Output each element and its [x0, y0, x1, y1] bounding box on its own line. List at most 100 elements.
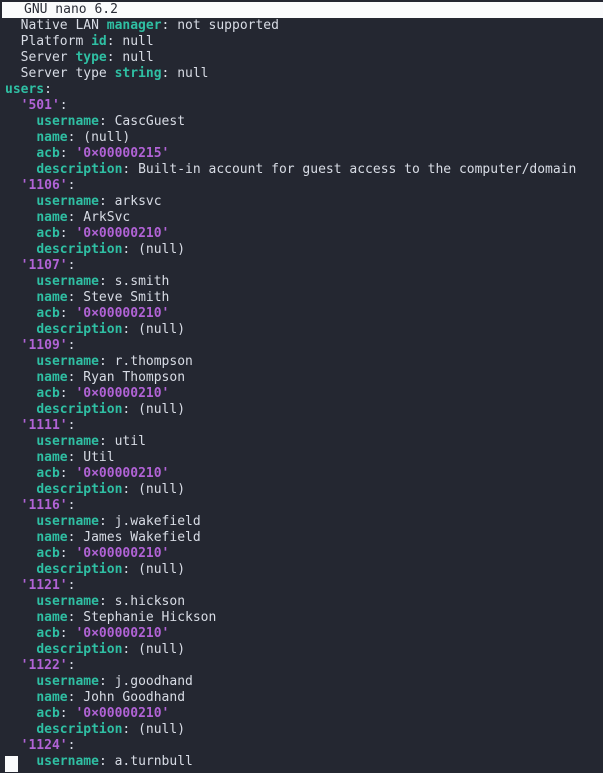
separator: :: [98, 274, 115, 289]
field-key-username: username: [36, 514, 99, 529]
separator: :: [122, 642, 139, 657]
field-value-username: a.turnbull: [114, 754, 193, 769]
user-field-line: username: r.thompson: [0, 354, 603, 370]
file-content-area[interactable]: Native LAN manager: not supported Platfo…: [0, 18, 603, 773]
field-key-acb: acb: [36, 146, 60, 161]
field-value-description: Built-in account for guest access to the…: [138, 162, 577, 177]
field-value-name: John Goodhand: [83, 690, 186, 705]
header-key-highlight: type: [75, 50, 107, 65]
field-value-description: (null): [138, 642, 186, 657]
field-value-description: (null): [138, 722, 186, 737]
field-value-username: r.thompson: [114, 354, 193, 369]
root-key-label: users: [5, 82, 45, 97]
user-field-line: description: (null): [0, 402, 603, 418]
separator: :: [59, 626, 76, 641]
user-rid-key: '1111': [20, 418, 68, 433]
field-value-name: (null): [83, 130, 131, 145]
user-rid-line: '1116':: [0, 498, 603, 514]
text-cursor: [5, 756, 18, 772]
header-line: Server type: null: [0, 50, 603, 66]
field-value-name: Steve Smith: [83, 290, 170, 305]
user-field-line: username: arksvc: [0, 194, 603, 210]
user-field-line: description: Built-in account for guest …: [0, 162, 603, 178]
separator: :: [59, 386, 76, 401]
user-field-line: username: s.smith: [0, 274, 603, 290]
field-key-description: description: [36, 402, 123, 417]
header-key-plain: Native LAN: [5, 18, 107, 33]
separator: :: [59, 226, 76, 241]
field-value-username: j.wakefield: [114, 514, 201, 529]
user-field-line: username: util: [0, 434, 603, 450]
field-key-username: username: [36, 354, 99, 369]
field-key-username: username: [36, 274, 99, 289]
user-field-line: description: (null): [0, 722, 603, 738]
field-key-acb: acb: [36, 706, 60, 721]
user-field-line: name: John Goodhand: [0, 690, 603, 706]
user-rid-key: '1116': [20, 498, 68, 513]
user-field-line: username: a.turnbull: [0, 754, 603, 770]
field-value-username: util: [114, 434, 146, 449]
separator: :: [122, 322, 139, 337]
separator: :: [67, 578, 76, 593]
field-value-name: ArkSvc: [83, 210, 131, 225]
separator: :: [122, 242, 139, 257]
separator: :: [161, 18, 178, 33]
separator: :: [67, 690, 84, 705]
user-rid-line: '501':: [0, 98, 603, 114]
field-value-acb: '0×00000210': [75, 466, 170, 481]
user-rid-key: '1122': [20, 658, 68, 673]
separator: :: [67, 130, 84, 145]
field-key-name: name: [36, 290, 68, 305]
separator: :: [59, 306, 76, 321]
header-line: Platform id: null: [0, 34, 603, 50]
field-key-description: description: [36, 482, 123, 497]
user-rid-key: '501': [20, 98, 60, 113]
field-value-acb: '0×00000215': [75, 146, 170, 161]
user-field-line: acb: '0×00000210': [0, 386, 603, 402]
user-field-line: name: Util: [0, 450, 603, 466]
header-value: null: [122, 34, 154, 49]
field-key-name: name: [36, 690, 68, 705]
field-value-username: CascGuest: [114, 114, 186, 129]
separator: :: [59, 146, 76, 161]
separator: :: [59, 98, 68, 113]
user-field-line: name: Stephanie Hickson: [0, 610, 603, 626]
separator: :: [122, 722, 139, 737]
separator: :: [106, 34, 123, 49]
user-rid-key: '1124': [20, 738, 68, 753]
user-field-line: username: s.hickson: [0, 594, 603, 610]
user-rid-line: '1106':: [0, 178, 603, 194]
field-value-username: arksvc: [114, 194, 162, 209]
user-rid-line: '1121':: [0, 578, 603, 594]
header-key-highlight: string: [114, 66, 162, 81]
field-value-acb: '0×00000210': [75, 386, 170, 401]
user-rid-line: '1111':: [0, 418, 603, 434]
header-line: Native LAN manager: not supported: [0, 18, 603, 34]
user-field-line: description: (null): [0, 642, 603, 658]
field-value-acb: '0×00000210': [75, 546, 170, 561]
field-key-description: description: [36, 242, 123, 257]
separator: :: [98, 434, 115, 449]
separator: :: [44, 82, 52, 97]
field-value-description: (null): [138, 242, 186, 257]
user-rid-key: '1109': [20, 338, 68, 353]
header-line: Server type string: null: [0, 66, 603, 82]
separator: :: [67, 450, 84, 465]
